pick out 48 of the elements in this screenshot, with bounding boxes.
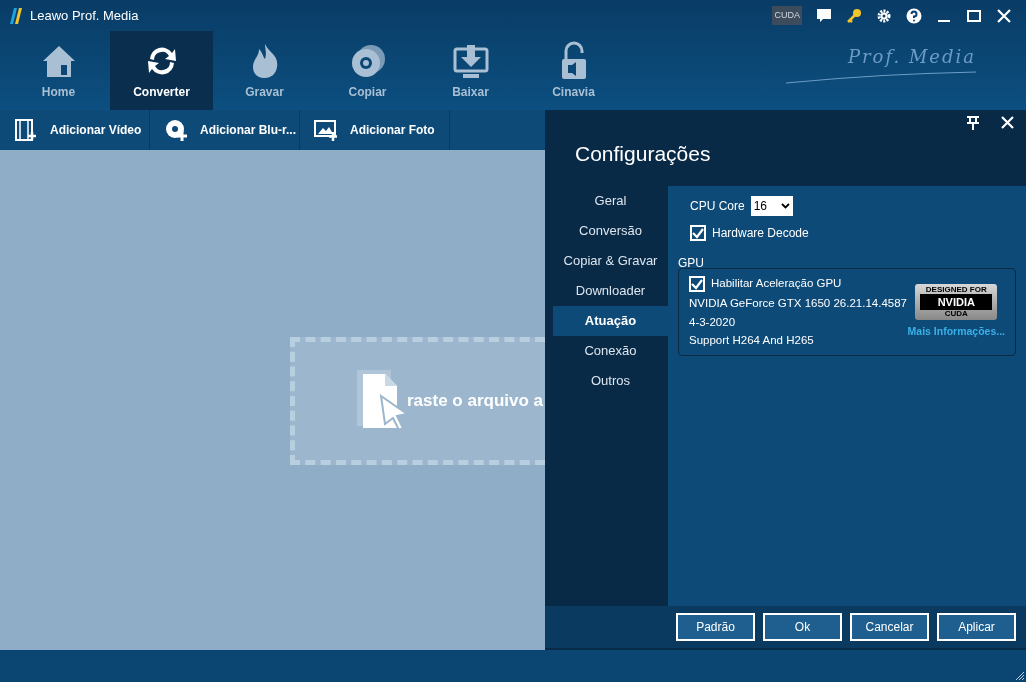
cuda-badge[interactable]: CUDA	[772, 6, 802, 25]
nav-tab[interactable]: Cinavia	[522, 31, 625, 110]
dialog-button[interactable]: Aplicar	[937, 613, 1016, 641]
close-icon[interactable]	[1001, 116, 1014, 129]
nav-tab[interactable]: Gravar	[213, 31, 316, 110]
dialog-button[interactable]: Padrão	[676, 613, 755, 641]
chat-icon[interactable]	[816, 7, 832, 24]
film-add-icon	[14, 118, 38, 142]
resize-grip-icon	[1014, 670, 1024, 680]
checkbox-label: Hardware Decode	[712, 225, 809, 242]
nav-tab[interactable]: Converter	[110, 31, 213, 110]
group-legend: GPU	[678, 254, 1016, 268]
maximize-icon[interactable]	[966, 7, 982, 24]
image-add-icon	[314, 118, 338, 142]
close-icon[interactable]	[996, 7, 1012, 24]
gpu-info-text: 4-3-2020	[689, 314, 737, 330]
disc-add-icon	[164, 118, 188, 142]
checkbox[interactable]	[689, 275, 705, 292]
nav-tab[interactable]: Home	[7, 31, 110, 110]
category-item[interactable]: Outros	[553, 366, 668, 396]
key-icon[interactable]	[846, 7, 862, 24]
settings-title: Configurações	[574, 141, 712, 167]
category-item[interactable]: Geral	[553, 186, 668, 216]
brand-wordmark: Prof. Media	[847, 45, 976, 69]
nvidia-cuda-badge: DESIGNED FOR NVIDIA CUDA	[915, 283, 998, 321]
gpu-info-text: NVIDIA GeForce GTX 1650 26.21.14.4587	[689, 296, 908, 312]
checkbox[interactable]	[690, 225, 706, 241]
category-item[interactable]: Atuação	[553, 306, 668, 336]
nav-tab[interactable]: Baixar	[419, 31, 522, 110]
dialog-button[interactable]: Cancelar	[850, 613, 929, 641]
category-item[interactable]: Conversão	[553, 216, 668, 246]
checkbox-label: Habilitar Aceleração GPU	[711, 276, 842, 291]
window-title: Leawo Prof. Media	[30, 6, 139, 25]
settings-icon[interactable]	[876, 7, 892, 24]
chevron-down-icon	[780, 203, 790, 209]
dialog-button[interactable]: Ok	[763, 613, 842, 641]
cpu-core-label: CPU Core	[690, 198, 745, 215]
app-logo-icon	[10, 7, 24, 24]
more-info-link[interactable]: Mais Informações...	[907, 324, 1005, 341]
category-item[interactable]: Conexão	[553, 336, 668, 366]
category-item[interactable]: Copiar & Gravar	[553, 246, 668, 276]
drop-hint: raste o arquivo a	[407, 390, 544, 413]
help-icon[interactable]	[906, 7, 922, 24]
category-item[interactable]: Downloader	[553, 276, 668, 306]
cpu-core-dropdown[interactable]: 16	[750, 196, 793, 216]
nav-tab[interactable]: Copiar	[316, 31, 419, 110]
gpu-info-text: Support H264 And H265	[689, 332, 815, 348]
pin-icon[interactable]	[967, 116, 979, 130]
